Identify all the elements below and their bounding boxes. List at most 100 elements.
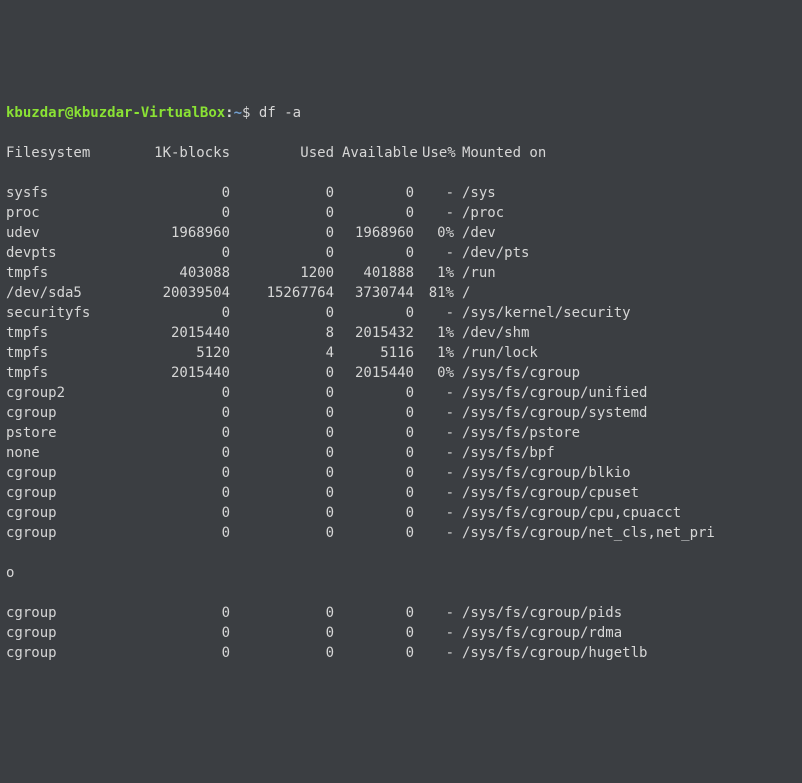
cell-usep: -: [414, 203, 454, 223]
cell-blocks: 0: [118, 623, 230, 643]
header-blocks: 1K-blocks: [118, 143, 230, 163]
header-row: Filesystem1K-blocksUsedAvailableUse%Moun…: [6, 143, 796, 163]
command-text: df -a: [259, 105, 301, 121]
cell-usep: -: [414, 443, 454, 463]
cell-blocks: 0: [118, 603, 230, 623]
prompt-line[interactable]: kbuzdar@kbuzdar-VirtualBox:~$ df -a: [6, 103, 796, 123]
cell-usep: -: [414, 383, 454, 403]
cell-usep: -: [414, 423, 454, 443]
cell-mount: /sys/fs/cgroup/systemd: [454, 403, 647, 423]
cell-used: 0: [230, 223, 334, 243]
cell-used: 0: [230, 363, 334, 383]
cell-filesystem: proc: [6, 203, 118, 223]
cell-used: 4: [230, 343, 334, 363]
cell-usep: -: [414, 243, 454, 263]
cell-usep: 1%: [414, 263, 454, 283]
table-row: tmpfs40308812004018881%/run: [6, 263, 796, 283]
table-row: tmpfs2015440020154400%/sys/fs/cgroup: [6, 363, 796, 383]
cell-used: 8: [230, 323, 334, 343]
header-mounted: Mounted on: [454, 143, 546, 163]
cell-usep: -: [414, 603, 454, 623]
cell-mount: /: [454, 283, 470, 303]
cell-used: 1200: [230, 263, 334, 283]
cell-used: 15267764: [230, 283, 334, 303]
cell-filesystem: devpts: [6, 243, 118, 263]
cell-filesystem: /dev/sda5: [6, 283, 118, 303]
cell-usep: 1%: [414, 343, 454, 363]
cell-mount: /sys/fs/cgroup/blkio: [454, 463, 631, 483]
cell-available: 0: [334, 243, 414, 263]
cell-usep: 1%: [414, 323, 454, 343]
cell-mount: /proc: [454, 203, 504, 223]
cell-available: 0: [334, 203, 414, 223]
cell-filesystem: tmpfs: [6, 323, 118, 343]
table-row: cgroup000-/sys/fs/cgroup/blkio: [6, 463, 796, 483]
cell-used: 0: [230, 523, 334, 543]
cell-available: 0: [334, 463, 414, 483]
table-row: none000-/sys/fs/bpf: [6, 443, 796, 463]
prompt-host: kbuzdar-VirtualBox: [73, 105, 225, 121]
cell-available: 0: [334, 183, 414, 203]
cell-available: 0: [334, 383, 414, 403]
wrap-line: o: [6, 563, 796, 583]
cell-available: 3730744: [334, 283, 414, 303]
cell-used: 0: [230, 643, 334, 663]
cell-blocks: 5120: [118, 343, 230, 363]
header-available: Available: [334, 143, 414, 163]
cell-blocks: 2015440: [118, 323, 230, 343]
cell-usep: -: [414, 523, 454, 543]
cell-filesystem: cgroup: [6, 463, 118, 483]
cell-used: 0: [230, 463, 334, 483]
table-row: securityfs000-/sys/kernel/security: [6, 303, 796, 323]
cell-mount: /sys/fs/cgroup/pids: [454, 603, 622, 623]
cell-usep: 0%: [414, 223, 454, 243]
header-usep: Use%: [414, 143, 454, 163]
cell-available: 0: [334, 443, 414, 463]
cell-mount: /sys/fs/cgroup/cpu,cpuacct: [454, 503, 681, 523]
cell-mount: /sys/fs/cgroup: [454, 363, 580, 383]
cell-available: 0: [334, 643, 414, 663]
cell-available: 0: [334, 503, 414, 523]
table-row: pstore000-/sys/fs/pstore: [6, 423, 796, 443]
cell-used: 0: [230, 603, 334, 623]
cell-filesystem: sysfs: [6, 183, 118, 203]
cell-mount: /sys/fs/cgroup/unified: [454, 383, 647, 403]
cell-filesystem: cgroup2: [6, 383, 118, 403]
cell-available: 0: [334, 303, 414, 323]
cell-usep: -: [414, 623, 454, 643]
table-row: sysfs000-/sys: [6, 183, 796, 203]
terminal-output: kbuzdar@kbuzdar-VirtualBox:~$ df -a File…: [6, 83, 796, 683]
prompt-path: ~: [234, 105, 242, 121]
cell-usep: -: [414, 483, 454, 503]
cell-mount: /sys/fs/cgroup/cpuset: [454, 483, 639, 503]
cell-blocks: 0: [118, 243, 230, 263]
cell-available: 1968960: [334, 223, 414, 243]
cell-filesystem: cgroup: [6, 503, 118, 523]
cell-blocks: 0: [118, 183, 230, 203]
table-row: tmpfs2015440820154321%/dev/shm: [6, 323, 796, 343]
cell-blocks: 0: [118, 443, 230, 463]
cell-available: 401888: [334, 263, 414, 283]
cell-blocks: 0: [118, 523, 230, 543]
table-row: /dev/sda52003950415267764373074481%/: [6, 283, 796, 303]
cell-available: 0: [334, 483, 414, 503]
cell-usep: -: [414, 403, 454, 423]
table-row: cgroup000-/sys/fs/cgroup/cpu,cpuacct: [6, 503, 796, 523]
cell-filesystem: securityfs: [6, 303, 118, 323]
cell-blocks: 0: [118, 463, 230, 483]
cell-usep: -: [414, 643, 454, 663]
cell-available: 2015432: [334, 323, 414, 343]
cell-filesystem: udev: [6, 223, 118, 243]
cell-used: 0: [230, 443, 334, 463]
cell-mount: /sys/fs/cgroup/hugetlb: [454, 643, 647, 663]
cell-used: 0: [230, 423, 334, 443]
cell-available: 2015440: [334, 363, 414, 383]
cell-mount: /sys: [454, 183, 496, 203]
cell-used: 0: [230, 623, 334, 643]
cell-blocks: 0: [118, 503, 230, 523]
cell-mount: /run/lock: [454, 343, 538, 363]
table-row: cgroup000-/sys/fs/cgroup/net_cls,net_pri: [6, 523, 796, 543]
cell-filesystem: tmpfs: [6, 263, 118, 283]
cell-blocks: 0: [118, 423, 230, 443]
cell-mount: /dev/shm: [454, 323, 529, 343]
